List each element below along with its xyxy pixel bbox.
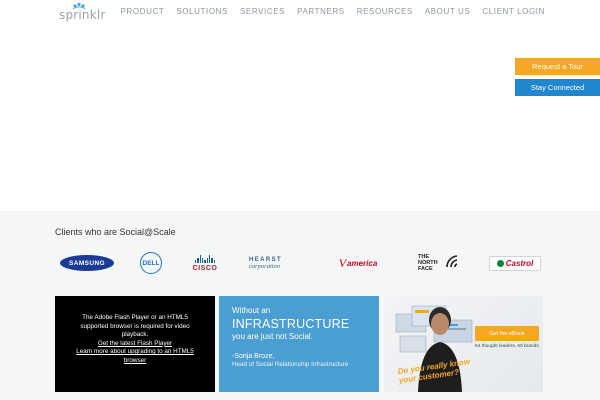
quote-author-role: Head of Social Relationship Infrastructu… [232, 361, 349, 368]
hearst-logo[interactable]: HEARST corporation [249, 250, 297, 276]
top-navigation-bar: sprinklr PRODUCT SOLUTIONS SERVICES PART… [0, 0, 600, 24]
quote-line-3: you are just not Social. [232, 332, 313, 341]
ebook-subtitle: 64 thought leaders, 60 brands [475, 344, 539, 349]
quote-highlight: INFRASTRUCTURE [232, 317, 350, 331]
virgin-america-logo[interactable]: V america [329, 250, 387, 276]
nav-item-solutions[interactable]: SOLUTIONS [176, 7, 228, 16]
nav-item-resources[interactable]: RESOURCES [357, 7, 413, 16]
cisco-logo-text: CISCO [192, 264, 218, 272]
nav-item-client-login[interactable]: CLIENT LOGIN [482, 7, 545, 16]
castrol-badge: Castrol [489, 255, 541, 271]
main-nav: PRODUCT SOLUTIONS SERVICES PARTNERS RESO… [121, 7, 545, 16]
hearst-logo-subtext: corporation [249, 262, 281, 270]
dell-logo[interactable]: DELL [139, 250, 163, 276]
get-ebook-button[interactable]: Get the eBook [475, 326, 539, 341]
logo-text: sprinklr [59, 8, 106, 22]
castrol-logo-text: Castrol [505, 258, 534, 268]
cisco-logo[interactable]: CISCO [188, 250, 222, 276]
quote-line-1: Without an [232, 306, 271, 315]
quote-tile[interactable]: Without an INFRASTRUCTURE you are just n… [219, 296, 379, 392]
stay-connected-button[interactable]: Stay Connected [515, 79, 600, 96]
samsung-logo-text: SAMSUNG [60, 255, 114, 271]
virgin-mark: V [338, 255, 347, 270]
flash-message-line-1: The Adobe Flash Player or an HTML5 [82, 314, 188, 321]
quote-author: -Sonja Broze, [232, 353, 275, 360]
dell-logo-text: DELL [140, 252, 162, 274]
nav-item-about-us[interactable]: ABOUT US [425, 7, 471, 16]
request-tour-button[interactable]: Request a Tour [515, 58, 600, 75]
cisco-bars-icon [194, 254, 216, 263]
html5-upgrade-link[interactable]: Learn more about upgrading to an HTML5 [63, 348, 207, 357]
flash-message-line-3: playback. [121, 331, 149, 339]
sprinklr-logo[interactable]: sprinklr [59, 2, 105, 22]
north-face-text-3: FACE [418, 266, 433, 272]
castrol-dot-icon [496, 259, 504, 267]
north-face-logo[interactable]: THE NORTH FACE [418, 250, 458, 276]
virgin-america-text: america [347, 258, 378, 268]
castrol-logo[interactable]: Castrol [488, 250, 542, 276]
flash-video-tile: The Adobe Flash Player or an HTML5 suppo… [55, 296, 215, 392]
ebook-promo-tile[interactable]: Get the eBook 64 thought leaders, 60 bra… [384, 296, 543, 392]
clients-title: Clients who are Social@Scale [55, 227, 176, 237]
flash-message-line-2: supported browser is required for video [80, 322, 190, 330]
samsung-logo[interactable]: SAMSUNG [60, 250, 114, 276]
north-face-arcs-icon [446, 255, 458, 268]
get-flash-player-link[interactable]: Get the latest Flash Player [63, 340, 207, 349]
html5-upgrade-link-cont[interactable]: browser [63, 357, 207, 366]
nav-item-services[interactable]: SERVICES [240, 7, 285, 16]
nav-item-product[interactable]: PRODUCT [121, 7, 165, 16]
nav-item-partners[interactable]: PARTNERS [297, 7, 345, 16]
